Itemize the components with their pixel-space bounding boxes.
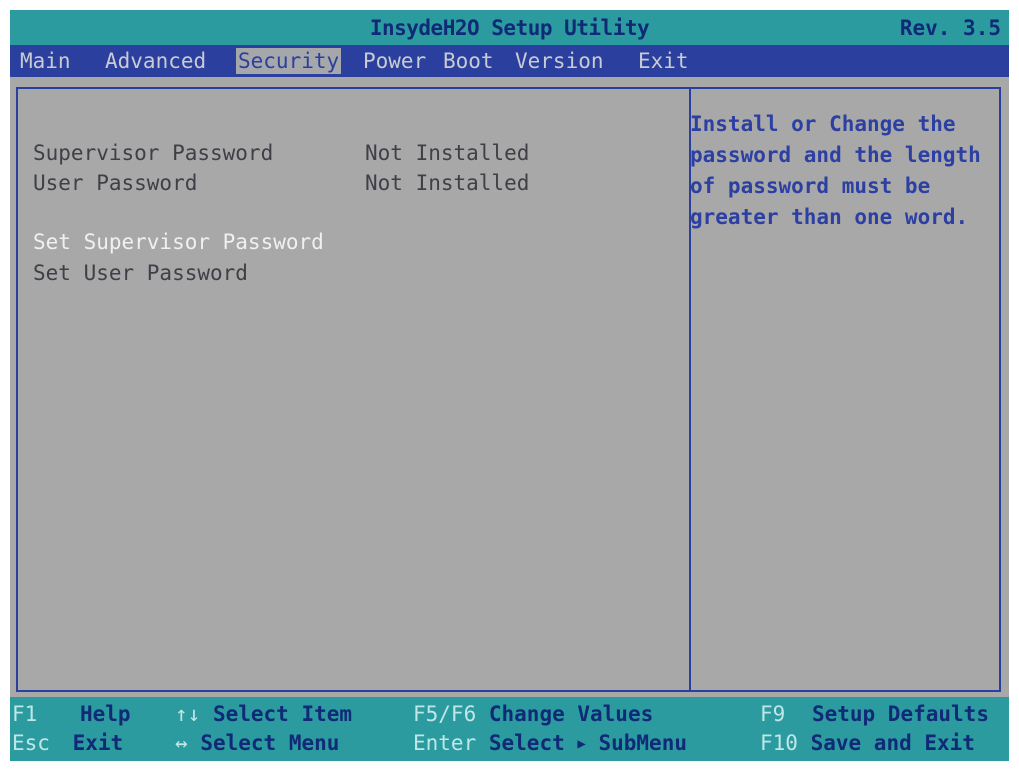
bios-screen: InsydeH2O Setup Utility Rev. 3.5 Main Ad… xyxy=(0,0,1019,772)
key-change-values-desc: Change Values xyxy=(488,702,654,726)
key-submenu-desc: SubMenu xyxy=(598,731,687,755)
title-bar: InsydeH2O Setup Utility Rev. 3.5 xyxy=(10,10,1009,45)
key-select-item-desc: Select Item xyxy=(212,702,353,726)
revision-label: Rev. 3.5 xyxy=(899,16,1001,40)
key-save-exit-desc: Save and Exit xyxy=(810,731,975,755)
key-save-exit: F10 Save and Exit xyxy=(760,731,975,755)
arrow-up-down-icon: ↑↓ xyxy=(175,702,201,726)
help-line: password and the length xyxy=(690,143,981,167)
key-select-submenu: Enter Select ▶ SubMenu xyxy=(413,731,687,755)
user-password-label: User Password xyxy=(33,171,198,195)
key-select-menu: ↔ Select Menu xyxy=(175,731,339,755)
menu-bar: Main Advanced Security Power Boot Versio… xyxy=(10,45,1009,77)
key-select-item: ↑↓ Select Item xyxy=(175,702,352,726)
key-esc: Esc xyxy=(12,731,50,755)
key-exit-desc: Exit xyxy=(72,731,124,755)
set-supervisor-password-item[interactable]: Set Supervisor Password xyxy=(33,230,324,254)
app-title: InsydeH2O Setup Utility xyxy=(369,16,650,40)
key-select-menu-desc: Select Menu xyxy=(200,731,340,755)
tab-exit[interactable]: Exit xyxy=(638,48,689,74)
key-setup-defaults-desc: Setup Defaults xyxy=(811,702,989,726)
settings-panel: Supervisor Password Not Installed User P… xyxy=(10,77,1009,697)
help-line: of password must be xyxy=(690,174,931,198)
supervisor-password-status: Not Installed xyxy=(365,141,530,165)
help-line: greater than one word. xyxy=(690,205,969,229)
tab-power[interactable]: Power xyxy=(363,48,426,74)
set-user-password-item[interactable]: Set User Password xyxy=(33,261,248,285)
arrow-left-right-icon: ↔ xyxy=(175,731,188,755)
tab-version[interactable]: Version xyxy=(515,48,604,74)
key-select-desc: Select xyxy=(488,731,565,755)
key-f1: F1 xyxy=(12,702,38,726)
triangle-right-icon: ▶ xyxy=(577,736,586,752)
user-password-status: Not Installed xyxy=(365,171,530,195)
key-f9: F9 xyxy=(760,702,786,726)
key-help-bar: F1 Help ↑↓ Select Item F5/F6 Change Valu… xyxy=(10,697,1009,761)
key-f10: F10 xyxy=(760,731,798,755)
supervisor-password-label: Supervisor Password xyxy=(33,141,274,165)
tab-advanced[interactable]: Advanced xyxy=(105,48,206,74)
tab-main[interactable]: Main xyxy=(20,48,71,74)
key-change-values: F5/F6 Change Values xyxy=(413,702,653,726)
key-help-desc: Help xyxy=(79,702,131,726)
tab-boot[interactable]: Boot xyxy=(443,48,494,74)
key-f5-f6: F5/F6 xyxy=(413,702,477,726)
key-help: F1 Help xyxy=(12,702,131,726)
help-line: Install or Change the xyxy=(690,112,956,136)
help-panel: Install or Change the password and the l… xyxy=(690,109,990,233)
key-exit: Esc Exit xyxy=(12,731,123,755)
tab-security[interactable]: Security xyxy=(236,48,342,74)
key-setup-defaults: F9 Setup Defaults xyxy=(760,702,989,726)
key-enter: Enter xyxy=(413,731,477,755)
